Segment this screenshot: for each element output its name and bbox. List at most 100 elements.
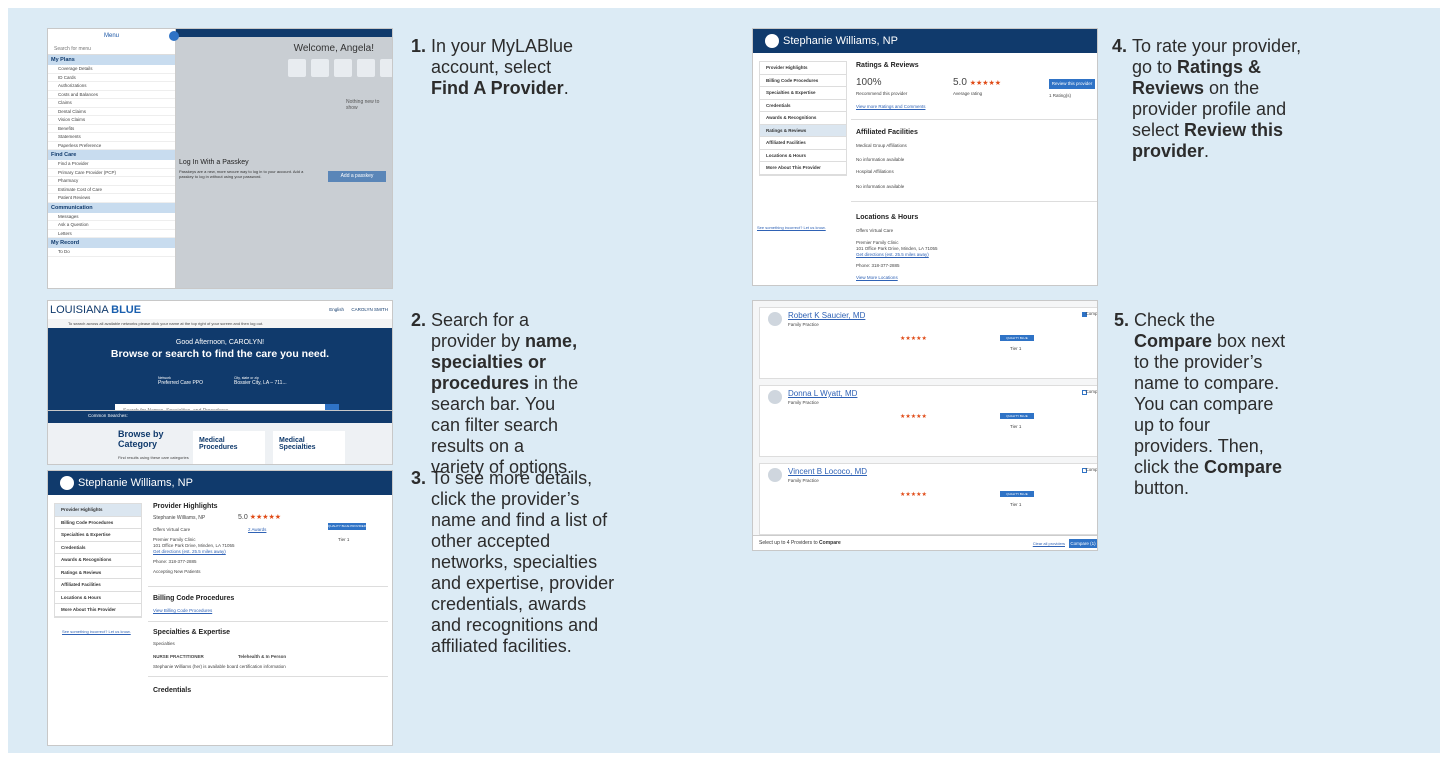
step-1: 1. In your MyLABlue account, select Find … — [411, 36, 574, 98]
menu-item[interactable]: Statements — [48, 133, 175, 142]
menu-title: Menu — [48, 29, 175, 43]
menu-item[interactable]: Patient Reviews — [48, 194, 175, 203]
phone: Phone: 318-377-2885 — [153, 559, 197, 564]
more-locations-link[interactable]: View More Locations — [856, 275, 898, 281]
menu-item[interactable]: Claims — [48, 99, 175, 108]
provider-name-header: Stephanie Williams, NP — [783, 35, 898, 47]
tier-label: Tier 1 — [1010, 424, 1022, 429]
menu-item[interactable]: Paperless Preference — [48, 142, 175, 150]
hospital-label: Hospital Affiliations — [856, 169, 894, 174]
profile-header: Stephanie Williams, NP — [753, 29, 1097, 53]
view-more-ratings[interactable]: View more Ratings and Comments — [856, 104, 925, 110]
billing-link[interactable]: View Billing Code Procedures — [153, 608, 212, 614]
profile-nav-item[interactable]: Affiliated Facilities — [55, 579, 141, 592]
menu-item[interactable]: Primary Care Provider (PCP) — [48, 169, 175, 177]
profile-nav-item[interactable]: Credentials — [55, 542, 141, 554]
profile-nav-item[interactable]: Ratings & Reviews — [760, 124, 846, 137]
menu-item[interactable]: Messages — [48, 213, 175, 221]
user-name[interactable]: CAROLYN SMITH — [351, 301, 388, 319]
blue-logo-icon — [60, 476, 74, 490]
profile-nav-item[interactable]: Provider Highlights — [760, 62, 846, 75]
menu-item[interactable]: Dental Claims — [48, 108, 175, 116]
profile-nav-item[interactable]: Billing Code Procedures — [55, 517, 141, 529]
profile-nav-item[interactable]: More About This Provider — [760, 162, 846, 175]
specialties-label: Specialties — [153, 641, 175, 646]
compare-label: Compare — [1085, 467, 1098, 472]
divider — [851, 119, 1097, 120]
provider-name-link[interactable]: Donna L Wyatt, MD — [788, 389, 857, 398]
average-rating: 5.0 ★★★★★ — [953, 77, 1002, 88]
close-menu-icon[interactable] — [169, 31, 179, 41]
add-passkey-button[interactable]: Add a passkey — [328, 171, 386, 182]
profile-nav-item[interactable]: Ratings & Reviews — [55, 567, 141, 579]
quality-badge: QUALITY BLUE PROVIDER — [1000, 335, 1034, 346]
virtual-care: Offers Virtual Care — [153, 527, 191, 532]
language-select[interactable]: English — [329, 301, 344, 319]
messages-tile[interactable] — [311, 59, 329, 77]
directions-link[interactable]: Get directions (est. 25.5 miles away) — [153, 549, 226, 555]
menu-item[interactable]: Ask a Question — [48, 221, 175, 230]
menu-item[interactable]: Find a Provider — [48, 160, 175, 169]
profile-nav-item[interactable]: More About This Provider — [55, 604, 141, 617]
medical-procedures-card[interactable]: Medical Procedures — [193, 431, 265, 464]
no-info-2: No information available — [856, 184, 905, 189]
statements-tile[interactable] — [380, 59, 392, 77]
menu-list: My Plans Coverage Details ID Cards Authoriz… — [48, 55, 175, 257]
authorizations-tile[interactable] — [357, 59, 375, 77]
provider-name-link[interactable]: Robert K Saucier, MD — [788, 311, 865, 320]
rating-count: 1 Rating(s) — [1049, 93, 1072, 98]
menu-item[interactable]: Pharmacy — [48, 177, 175, 186]
highlights-title: Provider Highlights — [153, 503, 218, 510]
top-bar — [176, 29, 392, 37]
step-5: 5. Check the Compare box next to the prov… — [1114, 310, 1286, 498]
provider-avatar-icon — [768, 468, 782, 482]
browse-title: Browse by Category — [118, 429, 164, 449]
brand-logo-text: LOUISIANA — [50, 304, 109, 316]
profile-nav-item[interactable]: Provider Highlights — [55, 504, 141, 517]
find-provider-tile[interactable] — [288, 59, 306, 77]
incorrect-link[interactable]: See something incorrect? Let us know. — [757, 225, 826, 230]
medical-specialties-card[interactable]: Medical Specialties — [273, 431, 345, 464]
menu-item[interactable]: To Do — [48, 248, 175, 257]
incorrect-link[interactable]: See something incorrect? Let us know. — [62, 629, 131, 634]
menu-item[interactable]: Estimate Cost of Care — [48, 186, 175, 194]
recommend-percent: 100% — [856, 77, 882, 88]
menu-item[interactable]: Benefits — [48, 125, 175, 133]
network-select[interactable]: Network Preferred Care PPO — [158, 376, 203, 386]
awards-link[interactable]: 2 Awards — [248, 527, 266, 533]
browse-subtitle: Find results using these care categories — [118, 455, 189, 460]
directions-link[interactable]: Get directions (est. 25.5 miles away) — [856, 252, 929, 258]
menu-sidebar: Menu Search for menu My Plans Coverage De… — [48, 29, 176, 288]
menu-item[interactable]: Costs and Balances — [48, 91, 175, 99]
passkey-text: Passkeys are a new, more secure way to l… — [179, 169, 304, 179]
menu-item[interactable]: Letters — [48, 230, 175, 238]
claims-tile[interactable] — [334, 59, 352, 77]
brand-header: LOUISIANA BLUE CAROLYN SMITH English — [48, 301, 392, 319]
clear-all-link[interactable]: Clear all providers — [1033, 536, 1065, 550]
profile-nav-item[interactable]: Affiliated Facilities — [760, 137, 846, 150]
profile-nav-item[interactable]: Locations & Hours — [55, 592, 141, 604]
menu-item[interactable]: ID Cards — [48, 74, 175, 82]
menu-search-input[interactable]: Search for menu — [48, 43, 175, 55]
profile-nav-item[interactable]: Awards & Recognitions — [55, 554, 141, 567]
profile-nav: Provider Highlights Billing Code Procedur… — [54, 503, 142, 618]
profile-nav-item[interactable]: Billing Code Procedures — [760, 75, 846, 87]
profile-nav-item[interactable]: Specialties & Expertise — [760, 87, 846, 100]
nothing-to-show: Nothing new to show — [346, 99, 380, 111]
menu-item[interactable]: Coverage Details — [48, 65, 175, 74]
profile-nav-item[interactable]: Specialties & Expertise — [55, 529, 141, 542]
profile-nav-item[interactable]: Locations & Hours — [760, 150, 846, 162]
menu-item[interactable]: Vision Claims — [48, 116, 175, 125]
compare-button[interactable]: Compare (1) — [1069, 539, 1097, 548]
location-select[interactable]: City, state or zip Bossier City, LA – 711… — [234, 376, 287, 386]
menu-item[interactable]: Authorizations — [48, 82, 175, 91]
welcome-text: Welcome, Angela! — [293, 43, 374, 54]
rating-stars: ★★★★★ — [900, 414, 927, 420]
review-provider-button[interactable]: Review this provider — [1049, 79, 1095, 89]
screenshot-compare-results: Robert K Saucier, MD Family Practice ★★★★★… — [752, 300, 1098, 551]
screenshot-provider-profile: Stephanie Williams, NP Provider Highligh… — [47, 470, 393, 746]
profile-nav-item[interactable]: Awards & Recognitions — [760, 112, 846, 125]
provider-name-link[interactable]: Vincent B Lococo, MD — [788, 467, 867, 476]
provider-avatar-icon — [768, 312, 782, 326]
profile-nav-item[interactable]: Credentials — [760, 100, 846, 112]
